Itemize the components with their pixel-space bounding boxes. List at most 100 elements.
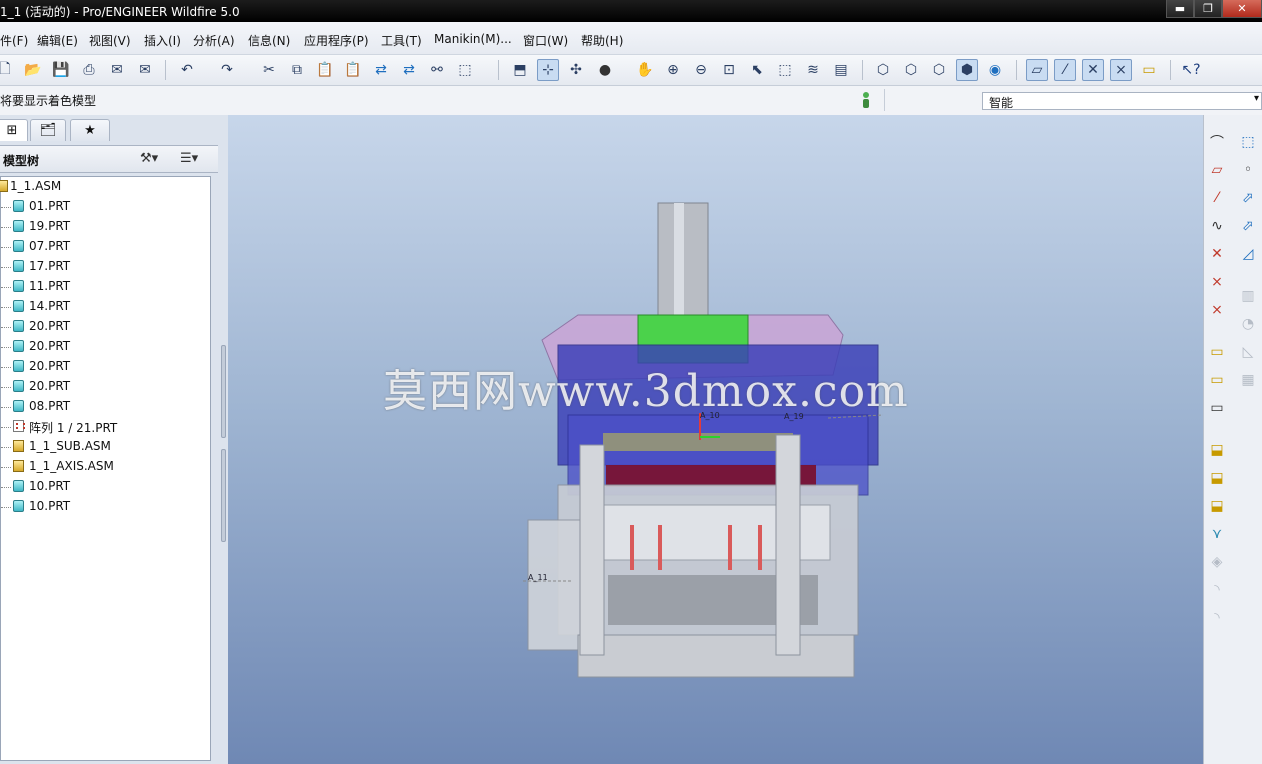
datum-axes-icon[interactable]: ⁄	[1054, 59, 1076, 81]
menu-analysis[interactable]: 分析(A)	[193, 32, 235, 49]
no-hidden-icon[interactable]: ⬡	[928, 59, 950, 81]
repaint-icon[interactable]: ⬒	[509, 59, 531, 81]
model-tree-tab[interactable]: ⊞	[0, 119, 28, 141]
package-component-icon[interactable]: ⬓	[1206, 495, 1228, 517]
redo-icon[interactable]: ↷	[216, 59, 238, 81]
create-component-icon[interactable]: ⬓	[1206, 467, 1228, 489]
maximize-button[interactable]: ❐	[1194, 0, 1222, 18]
new-icon[interactable]: 🗋	[0, 59, 16, 81]
view-manager-icon[interactable]: ▤	[830, 59, 852, 81]
tree-item[interactable]: 20.PRT	[1, 377, 210, 397]
tree-item[interactable]: 10.PRT	[1, 497, 210, 517]
menu-edit[interactable]: 编辑(E)	[37, 32, 78, 49]
saved-views-icon[interactable]: ⬚	[774, 59, 796, 81]
refit-icon[interactable]: ⊡	[718, 59, 740, 81]
datum-point-icon[interactable]: ✕	[1206, 243, 1228, 265]
datum-planes-icon[interactable]: ▱	[1026, 59, 1048, 81]
tree-item[interactable]: 17.PRT	[1, 257, 210, 277]
menu-help[interactable]: 帮助(H)	[581, 32, 623, 49]
tree-columns-icon[interactable]: ☰▾	[180, 151, 198, 166]
email-icon[interactable]: ✉	[134, 59, 156, 81]
annotation-tool-icon[interactable]: ▭	[1206, 341, 1228, 363]
menu-view[interactable]: 视图(V)	[89, 32, 131, 49]
enhanced-realism-icon[interactable]: ◉	[984, 59, 1006, 81]
paste-special-icon[interactable]: 📋	[342, 59, 364, 81]
regenerate-icon[interactable]: ⇄	[370, 59, 392, 81]
point-tool-icon[interactable]: ◦	[1237, 159, 1259, 181]
paste-icon[interactable]: 📋	[314, 59, 336, 81]
regen-manager-icon[interactable]: ⇄	[398, 59, 420, 81]
hidden-line-icon[interactable]: ⬡	[900, 59, 922, 81]
csys-tool-icon[interactable]: ⨯	[1206, 271, 1228, 293]
menu-tools[interactable]: 工具(T)	[381, 32, 422, 49]
tree-item[interactable]: 1_1_AXIS.ASM	[1, 457, 210, 477]
tree-item[interactable]: 11.PRT	[1, 277, 210, 297]
point-icon[interactable]: ✕	[1082, 59, 1104, 81]
surface-finish-icon[interactable]: ▭	[1206, 397, 1228, 419]
tree-item[interactable]: 20.PRT	[1, 357, 210, 377]
layers-icon[interactable]: ≋	[802, 59, 824, 81]
folder-browser-tab[interactable]: 🗂	[30, 119, 66, 141]
spin-center-icon[interactable]: ✣	[565, 59, 587, 81]
tree-item[interactable]: 1_1_SUB.ASM	[1, 437, 210, 457]
csys-icon[interactable]: ⨯	[1110, 59, 1132, 81]
annotation-icon[interactable]: ▭	[1138, 59, 1160, 81]
tree-item[interactable]: 07.PRT	[1, 237, 210, 257]
menu-manikin[interactable]: Manikin(M)...	[434, 32, 512, 46]
cut-tool-icon[interactable]: ⋎	[1206, 523, 1228, 545]
tree-item[interactable]: 14.PRT	[1, 297, 210, 317]
part-icon	[13, 200, 24, 212]
menu-window[interactable]: 窗口(W)	[523, 32, 568, 49]
revolve-tool-icon[interactable]: ⬀	[1237, 215, 1259, 237]
note-tool-icon[interactable]: ▭	[1206, 369, 1228, 391]
datum-curve-icon[interactable]: ∿	[1206, 215, 1228, 237]
panel-splitter-handle[interactable]	[221, 449, 226, 542]
extrude-tool-icon[interactable]: ⬀	[1237, 187, 1259, 209]
menu-applications[interactable]: 应用程序(P)	[304, 32, 369, 49]
menu-file[interactable]: 件(F)	[0, 32, 28, 49]
graphics-viewport[interactable]: A_10 A_19 A_11 莫西网www.3dmox.com	[228, 115, 1203, 764]
tree-item[interactable]: 20.PRT	[1, 337, 210, 357]
context-help-icon[interactable]: ↖?	[1180, 59, 1202, 81]
open-icon[interactable]: 📂	[22, 59, 44, 81]
tree-item[interactable]: 01.PRT	[1, 197, 210, 217]
cut-icon[interactable]: ✂	[258, 59, 280, 81]
tree-item[interactable]: 10.PRT	[1, 477, 210, 497]
zoom-out-icon[interactable]: ⊖	[690, 59, 712, 81]
shading-icon[interactable]: ●	[594, 59, 616, 81]
orient-icon[interactable]: ⊹	[537, 59, 559, 81]
sweep-tool-icon[interactable]: ◿	[1237, 243, 1259, 265]
wireframe-icon[interactable]: ⬡	[872, 59, 894, 81]
close-button[interactable]: ✕	[1222, 0, 1262, 18]
tree-item[interactable]: 08.PRT	[1, 397, 210, 417]
tree-item[interactable]: 19.PRT	[1, 217, 210, 237]
select-box-icon[interactable]: ⬚	[454, 59, 476, 81]
sketch-plane-icon[interactable]: ⬚	[1237, 131, 1259, 153]
tree-item-label: 20.PRT	[29, 339, 71, 353]
assemble-component-icon[interactable]: ⬓	[1206, 439, 1228, 461]
panel-splitter-handle[interactable]	[221, 345, 226, 438]
sketch-tool-icon[interactable]: ⌒	[1206, 131, 1228, 153]
tree-settings-icon[interactable]: ⚒▾	[140, 151, 158, 166]
favorites-tab[interactable]: ★	[70, 119, 110, 141]
tree-item[interactable]: 20.PRT	[1, 317, 210, 337]
copy-icon[interactable]: ⧉	[286, 59, 308, 81]
pan-icon[interactable]: ✋	[634, 59, 656, 81]
undo-icon[interactable]: ↶	[176, 59, 198, 81]
datum-plane-icon[interactable]: ▱	[1206, 159, 1228, 181]
print-icon[interactable]: ⎙	[78, 59, 100, 81]
menu-info[interactable]: 信息(N)	[248, 32, 290, 49]
shaded-icon[interactable]: ⬢	[956, 59, 978, 81]
menu-insert[interactable]: 插入(I)	[144, 32, 181, 49]
zoom-in-icon[interactable]: ⊕	[662, 59, 684, 81]
tree-item[interactable]: 阵列 1 / 21.PRT	[1, 417, 210, 437]
selection-filter-dropdown[interactable]: 智能 ▾	[982, 92, 1262, 110]
find-icon[interactable]: ⚯	[426, 59, 448, 81]
save-icon[interactable]: 💾	[50, 59, 72, 81]
datum-axis-icon[interactable]: ⁄	[1206, 187, 1228, 209]
send-mail-icon[interactable]: ✉	[106, 59, 128, 81]
tree-item[interactable]: 1_1.ASM	[0, 177, 210, 197]
minimize-button[interactable]: ▬	[1166, 0, 1194, 18]
analysis-tool-icon[interactable]: ⨯	[1206, 299, 1228, 321]
reorient-icon[interactable]: ⬉	[746, 59, 768, 81]
